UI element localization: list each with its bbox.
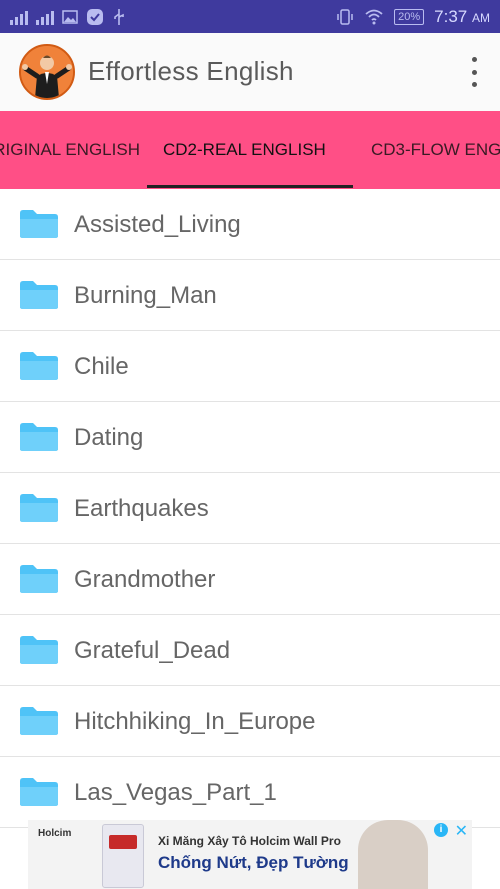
status-bar: 20% 7:37 AM (0, 0, 500, 33)
folder-label: Chile (74, 353, 129, 380)
status-right: 20% 7:37 AM (336, 7, 490, 27)
overflow-menu-icon[interactable] (468, 57, 480, 87)
ad-product-image (102, 824, 144, 888)
ad-close-icon[interactable]: ✕ (455, 821, 468, 841)
active-tab-indicator (147, 185, 353, 188)
folder-label: Las_Vegas_Part_1 (74, 779, 277, 806)
app-bar: Effortless English (0, 33, 500, 111)
image-icon (62, 9, 78, 24)
signal-icon-2 (36, 9, 54, 25)
folder-list: Assisted_Living Burning_Man Chile Dating… (0, 189, 500, 828)
list-item[interactable]: Dating (0, 402, 500, 473)
battery-indicator: 20% (394, 8, 425, 25)
ad-banner[interactable]: Holcim Xi Măng Xây Tô Holcim Wall Pro Ch… (28, 820, 472, 889)
folder-label: Hitchhiking_In_Europe (74, 708, 316, 735)
folder-icon (20, 352, 58, 380)
presenter-icon (21, 46, 73, 98)
folder-label: Burning_Man (74, 282, 217, 309)
folder-icon (20, 636, 58, 664)
usb-icon (114, 8, 124, 25)
folder-icon (20, 565, 58, 593)
app-logo-avatar[interactable] (19, 44, 75, 100)
folder-label: Assisted_Living (74, 211, 241, 238)
clock-ampm: AM (472, 10, 490, 25)
ad-brand-logo: Holcim (38, 828, 72, 839)
folder-icon (20, 423, 58, 451)
tab-cd2-real-english[interactable]: CD2-REAL ENGLISH (163, 111, 326, 189)
tab-bar: ORIGINAL ENGLISH CD2-REAL ENGLISH CD3-FL… (0, 111, 500, 189)
clock-time: 7:37 (434, 6, 468, 26)
folder-icon (20, 778, 58, 806)
signal-icon (10, 9, 28, 25)
tab-cd3-flow-english[interactable]: CD3-FLOW ENGLISH (371, 111, 500, 189)
list-item[interactable]: Las_Vegas_Part_1 (0, 757, 500, 828)
list-item[interactable]: Earthquakes (0, 473, 500, 544)
list-item[interactable]: Grateful_Dead (0, 615, 500, 686)
folder-icon (20, 707, 58, 735)
clock: 7:37 AM (434, 7, 490, 27)
folder-label: Dating (74, 424, 144, 451)
list-item[interactable]: Assisted_Living (0, 189, 500, 260)
folder-label: Earthquakes (74, 495, 209, 522)
tab-original-english[interactable]: ORIGINAL ENGLISH (0, 111, 140, 189)
ad-model-image (358, 820, 428, 889)
app-title: Effortless English (88, 56, 294, 86)
ad-headline: Xi Măng Xây Tô Holcim Wall Pro (158, 834, 341, 848)
check-badge-icon (87, 8, 103, 25)
ad-info-icon[interactable]: i (434, 823, 448, 837)
folder-icon (20, 210, 58, 238)
list-item[interactable]: Chile (0, 331, 500, 402)
status-left (10, 8, 126, 26)
vibrate-icon (337, 8, 353, 25)
ad-tagline: Chống Nứt, Đẹp Tường (158, 853, 349, 872)
list-item[interactable]: Grandmother (0, 544, 500, 615)
folder-label: Grateful_Dead (74, 637, 231, 664)
wifi-icon (365, 9, 383, 24)
list-item[interactable]: Burning_Man (0, 260, 500, 331)
folder-icon (20, 281, 58, 309)
list-item[interactable]: Hitchhiking_In_Europe (0, 686, 500, 757)
folder-icon (20, 494, 58, 522)
folder-label: Grandmother (74, 566, 216, 593)
